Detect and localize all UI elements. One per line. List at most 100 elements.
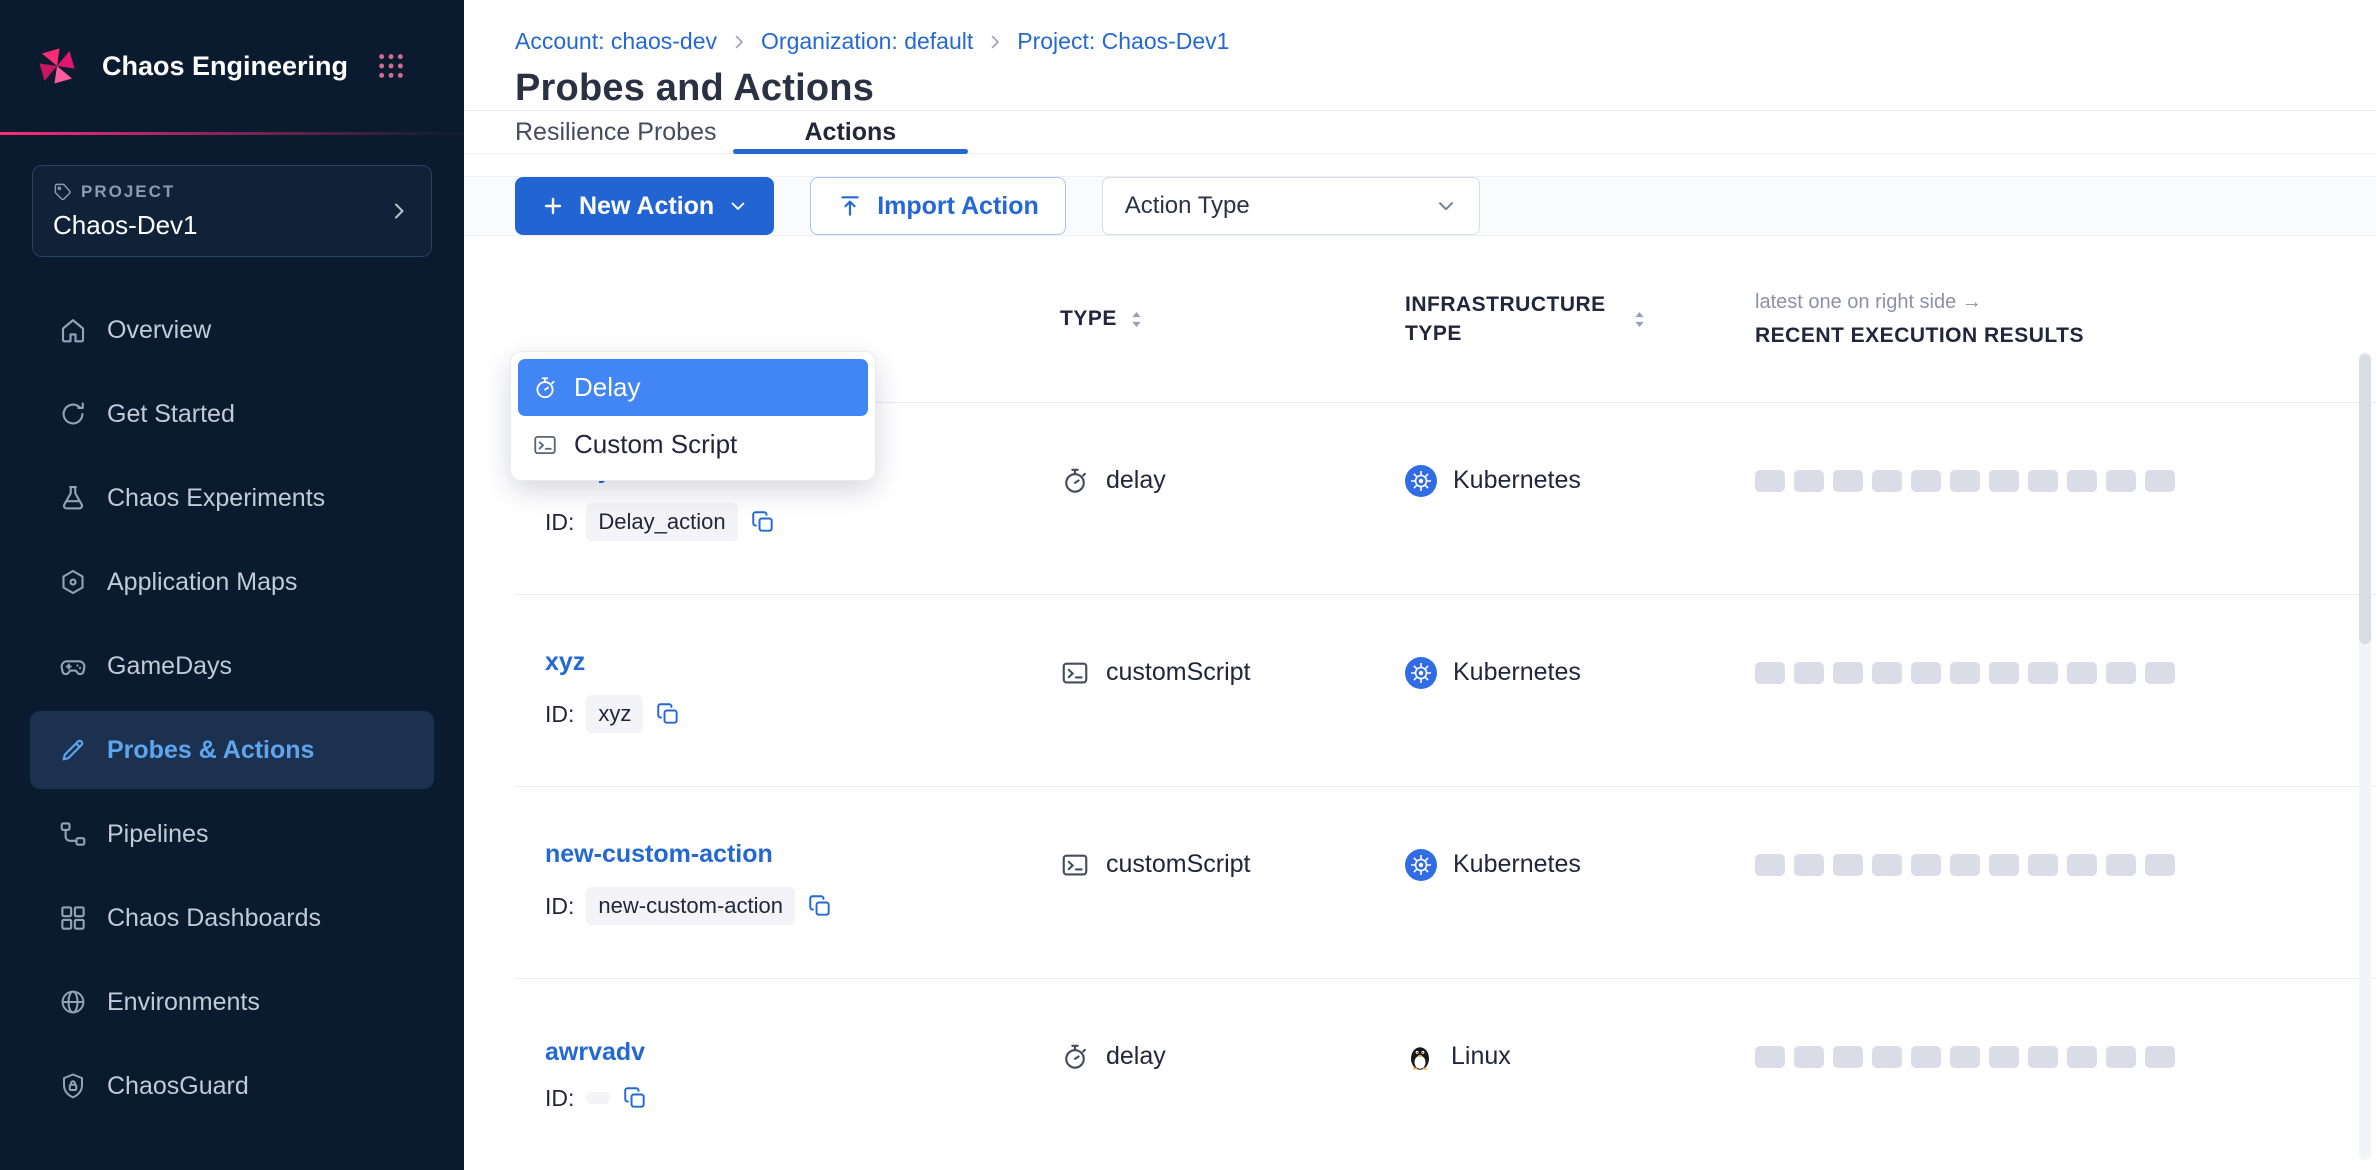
pipelines-icon bbox=[58, 819, 88, 849]
tab-actions[interactable]: Actions bbox=[733, 111, 969, 153]
sidebar-item-environments[interactable]: Environments bbox=[30, 963, 434, 1041]
import-action-button[interactable]: Import Action bbox=[810, 177, 1066, 235]
get-started-icon bbox=[58, 399, 88, 429]
sidebar-item-chaos-experiments[interactable]: Chaos Experiments bbox=[30, 459, 434, 537]
action-type-text: customScript bbox=[1106, 850, 1250, 879]
infrastructure-cell: Kubernetes bbox=[1405, 849, 1755, 881]
sidebar-nav: Overview Get Started Chaos Experiments A… bbox=[0, 291, 464, 1125]
sidebar-item-label: GameDays bbox=[107, 652, 232, 681]
execution-result-placeholder bbox=[2106, 1046, 2136, 1068]
copy-icon[interactable] bbox=[622, 1085, 648, 1111]
execution-result-placeholder bbox=[1950, 470, 1980, 492]
import-icon bbox=[837, 193, 863, 219]
gamepad-icon bbox=[58, 651, 88, 681]
sort-icon[interactable] bbox=[1129, 309, 1144, 330]
execution-result-placeholder bbox=[2067, 854, 2097, 876]
recent-execution-results bbox=[1755, 470, 2376, 492]
execution-result-placeholder bbox=[1950, 854, 1980, 876]
execution-result-placeholder bbox=[2067, 470, 2097, 492]
menu-item-delay[interactable]: Delay bbox=[518, 359, 868, 416]
id-label: ID: bbox=[545, 1085, 574, 1112]
copy-icon[interactable] bbox=[807, 893, 833, 919]
infrastructure-text: Kubernetes bbox=[1453, 850, 1581, 879]
module-title: Chaos Engineering bbox=[102, 51, 356, 82]
results-cell bbox=[1755, 662, 2376, 684]
page-header: Account: chaos-dev Organization: default… bbox=[464, 0, 2376, 111]
recent-execution-results bbox=[1755, 662, 2376, 684]
execution-result-placeholder bbox=[2067, 1046, 2097, 1068]
sidebar-item-pipelines[interactable]: Pipelines bbox=[30, 795, 434, 873]
table-row: xyz ID: xyz customScript Kubernetes bbox=[515, 594, 2376, 786]
copy-icon[interactable] bbox=[655, 701, 681, 727]
scrollbar[interactable] bbox=[2359, 352, 2371, 1160]
results-cell bbox=[1755, 1046, 2376, 1068]
scrollbar-thumb[interactable] bbox=[2359, 354, 2371, 644]
id-label: ID: bbox=[545, 509, 574, 536]
execution-result-placeholder bbox=[1755, 662, 1785, 684]
id-label: ID: bbox=[545, 893, 574, 920]
sidebar-item-label: Probes & Actions bbox=[107, 736, 314, 765]
sidebar-item-chaosguard[interactable]: ChaosGuard bbox=[30, 1047, 434, 1125]
execution-result-placeholder bbox=[2067, 662, 2097, 684]
execution-result-placeholder bbox=[1989, 662, 2019, 684]
project-tag-icon bbox=[53, 182, 72, 201]
module-switcher-icon[interactable] bbox=[376, 51, 406, 81]
kubernetes-icon bbox=[1405, 465, 1437, 497]
kubernetes-icon bbox=[1405, 657, 1437, 689]
breadcrumb-account-link[interactable]: Account: chaos-dev bbox=[515, 28, 717, 55]
chevron-down-icon bbox=[1435, 195, 1457, 217]
sidebar-item-chaos-dashboards[interactable]: Chaos Dashboards bbox=[30, 879, 434, 957]
column-header-infrastructure-type[interactable]: INFRASTRUCTURE TYPE bbox=[1405, 290, 1755, 349]
execution-result-placeholder bbox=[1950, 662, 1980, 684]
chevron-right-icon bbox=[729, 32, 749, 52]
stopwatch-icon bbox=[1060, 1042, 1090, 1072]
import-action-button-label: Import Action bbox=[877, 192, 1039, 221]
terminal-icon bbox=[1060, 850, 1090, 880]
execution-result-placeholder bbox=[2028, 1046, 2058, 1068]
linux-icon bbox=[1405, 1042, 1435, 1072]
execution-result-placeholder bbox=[1911, 470, 1941, 492]
sort-icon[interactable] bbox=[1632, 309, 1647, 330]
id-label: ID: bbox=[545, 701, 574, 728]
copy-icon[interactable] bbox=[750, 509, 776, 535]
action-name-link[interactable]: xyz bbox=[545, 648, 585, 676]
sidebar-item-label: Get Started bbox=[107, 400, 235, 429]
stopwatch-icon bbox=[1060, 466, 1090, 496]
infrastructure-cell: Kubernetes bbox=[1405, 657, 1755, 689]
sidebar-item-application-maps[interactable]: Application Maps bbox=[30, 543, 434, 621]
project-label: PROJECT bbox=[81, 182, 175, 202]
sidebar-item-overview[interactable]: Overview bbox=[30, 291, 434, 369]
action-type-select[interactable]: Action Type bbox=[1102, 177, 1480, 235]
new-action-button[interactable]: New Action bbox=[515, 177, 774, 235]
probes-actions-icon bbox=[58, 735, 88, 765]
action-name-link[interactable]: new-custom-action bbox=[545, 840, 773, 868]
column-header-recent-execution-results: latest one on right side → RECENT EXECUT… bbox=[1755, 291, 2376, 348]
breadcrumb-project-link[interactable]: Project: Chaos-Dev1 bbox=[1017, 28, 1229, 55]
execution-result-placeholder bbox=[1911, 662, 1941, 684]
execution-result-placeholder bbox=[1911, 854, 1941, 876]
dashboard-grid-icon bbox=[58, 903, 88, 933]
action-id-chip: Delay_action bbox=[586, 503, 737, 541]
execution-result-placeholder bbox=[1872, 662, 1902, 684]
breadcrumb-organization-link[interactable]: Organization: default bbox=[761, 28, 973, 55]
table-row: awrvadv ID: delay Linux bbox=[515, 978, 2376, 1170]
module-accent-line bbox=[0, 132, 464, 135]
execution-result-placeholder bbox=[1794, 1046, 1824, 1068]
project-selector[interactable]: PROJECT Chaos-Dev1 bbox=[32, 165, 432, 257]
sidebar-item-label: Pipelines bbox=[107, 820, 208, 849]
terminal-icon bbox=[1060, 658, 1090, 688]
sidebar-item-probes-actions[interactable]: Probes & Actions bbox=[30, 711, 434, 789]
globe-icon bbox=[58, 987, 88, 1017]
action-name-link[interactable]: awrvadv bbox=[545, 1038, 645, 1066]
recent-execution-results bbox=[1755, 854, 2376, 876]
sidebar-item-label: ChaosGuard bbox=[107, 1072, 249, 1101]
tab-resilience-probes[interactable]: Resilience Probes bbox=[515, 111, 717, 153]
execution-result-placeholder bbox=[2028, 470, 2058, 492]
menu-item-custom-script[interactable]: Custom Script bbox=[518, 416, 868, 473]
sidebar-item-gamedays[interactable]: GameDays bbox=[30, 627, 434, 705]
menu-item-label: Custom Script bbox=[574, 429, 737, 460]
sidebar-item-get-started[interactable]: Get Started bbox=[30, 375, 434, 453]
column-header-type[interactable]: TYPE bbox=[1060, 307, 1405, 331]
action-type-select-value: Action Type bbox=[1125, 192, 1250, 220]
execution-result-placeholder bbox=[2028, 662, 2058, 684]
